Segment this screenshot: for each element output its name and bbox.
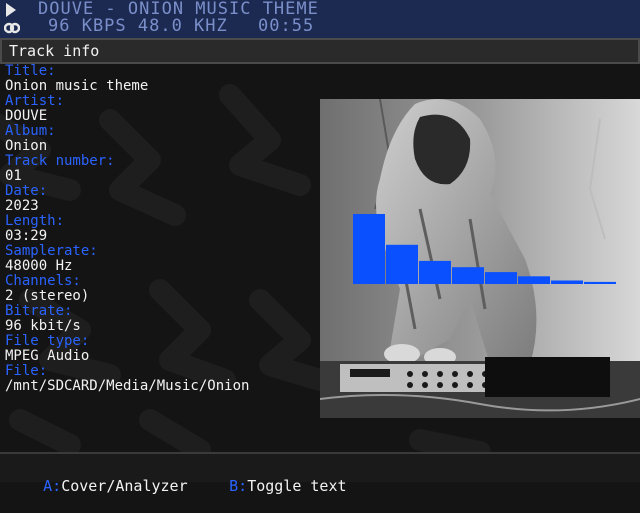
bitrate-value: 96 kbit/s: [5, 318, 81, 334]
track-info-list: Title: Onion music theme Artist: DOUVE A…: [5, 64, 325, 394]
file-type-label: File type:: [5, 333, 90, 349]
stereo-icon: [4, 22, 20, 34]
samplerate-label: Samplerate:: [5, 243, 98, 259]
length-label: Length:: [5, 213, 65, 229]
date-label: Date:: [5, 183, 48, 199]
title-label: Title:: [5, 63, 56, 79]
date-value: 2023: [5, 198, 39, 214]
button-hints-bar: A:Cover/Analyzer B:Toggle text: [0, 452, 640, 495]
analyzer-bar: [584, 281, 616, 284]
status-bar: DOUVE - ONION MUSIC THEME 96 KBPS 48.0 K…: [0, 0, 640, 40]
file-path-value: /mnt/SDCARD/Media/Music/Onion: [5, 378, 250, 394]
elapsed-time: 00:55: [258, 16, 315, 36]
stream-info: 96 KBPS 48.0 KHZ: [48, 16, 228, 36]
cover-art-panel[interactable]: [320, 99, 640, 418]
analyzer-bar: [551, 280, 583, 284]
length-value: 03:29: [5, 228, 48, 244]
channels-value: 2 (stereo): [5, 288, 90, 304]
bitrate-label: Bitrate:: [5, 303, 73, 319]
album-value: Onion: [5, 138, 48, 154]
title-value: Onion music theme: [5, 78, 149, 94]
hint-toggle-text[interactable]: B:Toggle text: [193, 459, 346, 513]
analyzer-bar: [485, 272, 517, 284]
section-title: Track info: [9, 42, 100, 60]
section-header: Track info: [0, 38, 640, 64]
analyzer-bar: [518, 276, 550, 284]
analyzer-bar: [353, 214, 385, 284]
analyzer-bar: [452, 267, 484, 284]
track-number-label: Track number:: [5, 153, 115, 169]
artist-label: Artist:: [5, 93, 65, 109]
analyzer-bar: [419, 260, 451, 284]
hint-cover-analyzer[interactable]: A:Cover/Analyzer: [7, 459, 188, 513]
analyzer-bar: [386, 244, 418, 284]
play-icon: [6, 3, 16, 17]
channels-label: Channels:: [5, 273, 81, 289]
samplerate-value: 48000 Hz: [5, 258, 73, 274]
spectrum-analyzer: [353, 214, 616, 284]
file-type-value: MPEG Audio: [5, 348, 90, 364]
album-label: Album:: [5, 123, 56, 139]
track-number-value: 01: [5, 168, 22, 184]
file-label: File:: [5, 363, 48, 379]
artist-value: DOUVE: [5, 108, 48, 124]
